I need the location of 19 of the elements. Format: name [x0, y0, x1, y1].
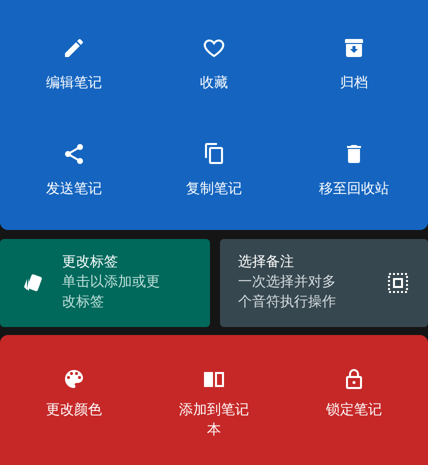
note-action-button[interactable]: 移至回收站 [284, 118, 424, 224]
action-card[interactable]: 更改标签 单击以添加或更改标签 [0, 239, 210, 327]
card-title: 选择备注 [238, 253, 295, 272]
action-card[interactable]: 选择备注 一次选择并对多个音符执行操作 [220, 239, 428, 327]
card-subtitle: 单击以添加或更改标签 [62, 273, 161, 312]
more-action-button[interactable]: 更改颜色 [4, 335, 144, 465]
note-action-button[interactable]: 收藏 [144, 12, 284, 118]
more-action-button[interactable]: 添加到笔记本 [144, 335, 284, 465]
select-icon [386, 271, 410, 295]
share-icon [62, 142, 86, 166]
note-action-button[interactable]: 发送笔记 [4, 118, 144, 224]
more-action-button[interactable]: 锁定笔记 [284, 335, 424, 465]
card-subtitle: 一次选择并对多个音符执行操作 [238, 273, 337, 312]
note-action-button[interactable]: 编辑笔记 [4, 12, 144, 118]
palette-icon [62, 367, 86, 391]
note-action-button[interactable]: 归档 [284, 12, 424, 118]
copy-icon [202, 142, 226, 166]
note-action-button[interactable]: 复制笔记 [144, 118, 284, 224]
card-title: 更改标签 [62, 253, 119, 272]
